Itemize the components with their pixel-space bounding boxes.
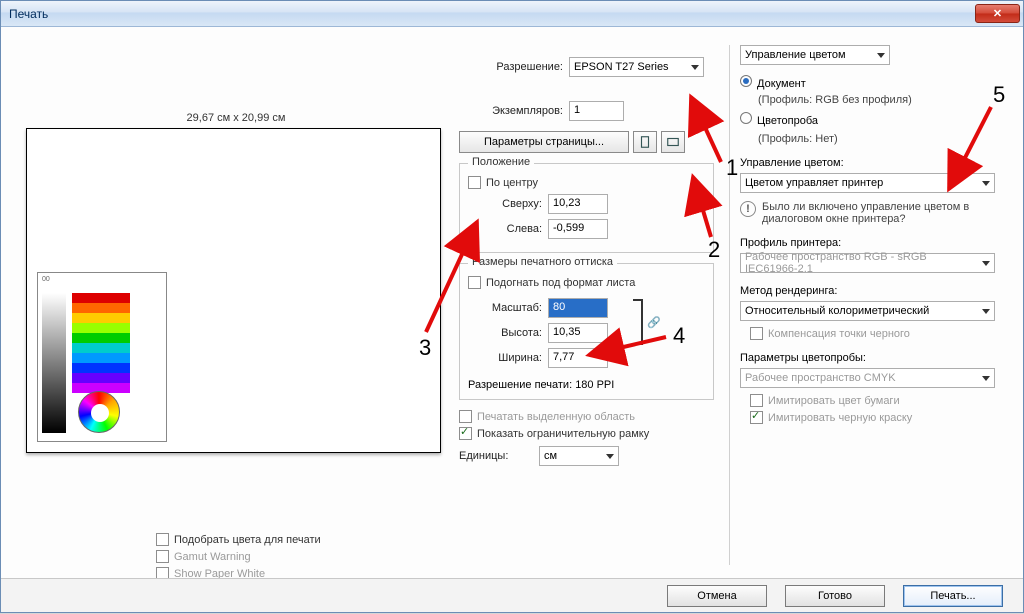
dialog-footer: Отмена Готово Печать... [1, 578, 1023, 612]
window-title: Печать [9, 7, 48, 21]
printer-profile-label: Профиль принтера: [740, 237, 1004, 249]
annotation-number-5: 5 [993, 82, 1005, 108]
center-checkbox[interactable]: По центру [468, 176, 705, 189]
units-select[interactable]: см [539, 446, 619, 466]
left-input[interactable]: -0,599 [548, 219, 608, 239]
left-label: Слева: [468, 223, 548, 235]
color-mgmt-mode-select[interactable]: Управление цветом [740, 45, 890, 65]
printer-select[interactable]: EPSON T27 Series [569, 57, 704, 77]
landscape-orientation-button[interactable] [661, 131, 685, 153]
bounding-box-checkbox[interactable]: Показать ограничительную рамку [459, 427, 714, 440]
chevron-down-icon [691, 65, 699, 70]
position-legend: Положение [468, 156, 534, 168]
portrait-icon [638, 135, 652, 149]
chevron-down-icon [982, 376, 990, 381]
rendering-intent-label: Метод рендеринга: [740, 285, 1004, 297]
print-preview[interactable]: 00 [26, 128, 441, 453]
annotation-number-1: 1 [726, 155, 738, 181]
top-label: Сверху: [468, 198, 548, 210]
cancel-button[interactable]: Отмена [667, 585, 767, 607]
width-input[interactable]: 7,77 [548, 348, 608, 368]
width-label: Ширина: [468, 352, 548, 364]
print-size-legend: Размеры печатного оттиска [468, 256, 617, 268]
color-wheel-icon [78, 391, 120, 433]
scale-input[interactable]: 80 [548, 298, 608, 318]
annotation-number-4: 4 [673, 323, 685, 349]
top-input[interactable]: 10,23 [548, 194, 608, 214]
height-input[interactable]: 10,35 [548, 323, 608, 343]
portrait-orientation-button[interactable] [633, 131, 657, 153]
chevron-down-icon [606, 454, 614, 459]
preview-dimensions: 29,67 см x 20,99 см [26, 112, 446, 124]
proof-params-label: Параметры цветопробы: [740, 352, 1004, 364]
match-colors-checkbox[interactable]: Подобрать цвета для печати [156, 533, 446, 546]
grayscale-ramp-icon [42, 293, 66, 433]
chevron-down-icon [877, 53, 885, 58]
resolution-label: Разрешение: [459, 61, 569, 73]
printer-profile-select: Рабочее пространство RGB - sRGB IEC61966… [740, 253, 995, 273]
annotation-number-3: 3 [419, 335, 431, 361]
preview-content: 00 [37, 272, 167, 442]
proof-params-select: Рабочее пространство CMYK [740, 368, 995, 388]
landscape-icon [666, 135, 680, 149]
titlebar: Печать ✕ [1, 1, 1023, 27]
simulate-black-checkbox: Имитировать черную краску [750, 411, 1004, 424]
page-setup-button[interactable]: Параметры страницы... [459, 131, 629, 153]
print-resolution-readout: Разрешение печати: 180 PPI [468, 379, 705, 391]
done-button[interactable]: Готово [785, 585, 885, 607]
print-button[interactable]: Печать... [903, 585, 1003, 607]
copies-input[interactable]: 1 [569, 101, 624, 121]
simulate-paper-checkbox: Имитировать цвет бумаги [750, 394, 1004, 407]
scale-label: Масштаб: [468, 302, 548, 314]
rendering-intent-select[interactable]: Относительный колориметрический [740, 301, 995, 321]
color-swatches-icon [72, 293, 130, 393]
proof-radio[interactable]: Цветопроба [740, 112, 1004, 127]
close-icon: ✕ [993, 7, 1002, 20]
chevron-down-icon [982, 309, 990, 314]
close-button[interactable]: ✕ [975, 4, 1020, 23]
fit-media-checkbox[interactable]: Подогнать под формат листа [468, 276, 705, 289]
height-label: Высота: [468, 327, 548, 339]
color-handling-select[interactable]: Цветом управляет принтер [740, 173, 995, 193]
info-icon: ! [740, 201, 756, 217]
chevron-down-icon [982, 261, 990, 266]
black-point-checkbox: Компенсация точки черного [750, 327, 1004, 340]
color-handling-label: Управление цветом: [740, 157, 1004, 169]
print-selection-checkbox: Печатать выделенную область [459, 410, 714, 423]
annotation-number-2: 2 [708, 237, 720, 263]
link-icon[interactable]: 🔗 [647, 316, 661, 329]
info-text: Было ли включено управление цветом в диа… [762, 201, 982, 225]
copies-label: Экземпляров: [459, 105, 569, 117]
chevron-down-icon [982, 181, 990, 186]
document-radio[interactable]: Документ [740, 75, 1004, 90]
document-profile-text: (Профиль: RGB без профиля) [758, 94, 1004, 106]
link-bracket-icon [633, 299, 643, 345]
gamut-warning-checkbox[interactable]: Gamut Warning [156, 550, 446, 563]
position-group: Положение По центру Сверху: 10,23 Слева:… [459, 163, 714, 253]
units-label: Единицы: [459, 450, 539, 462]
proof-profile-text: (Профиль: Нет) [758, 133, 1004, 145]
print-dialog: Печать ✕ 29,67 см x 20,99 см 00 [0, 0, 1024, 613]
